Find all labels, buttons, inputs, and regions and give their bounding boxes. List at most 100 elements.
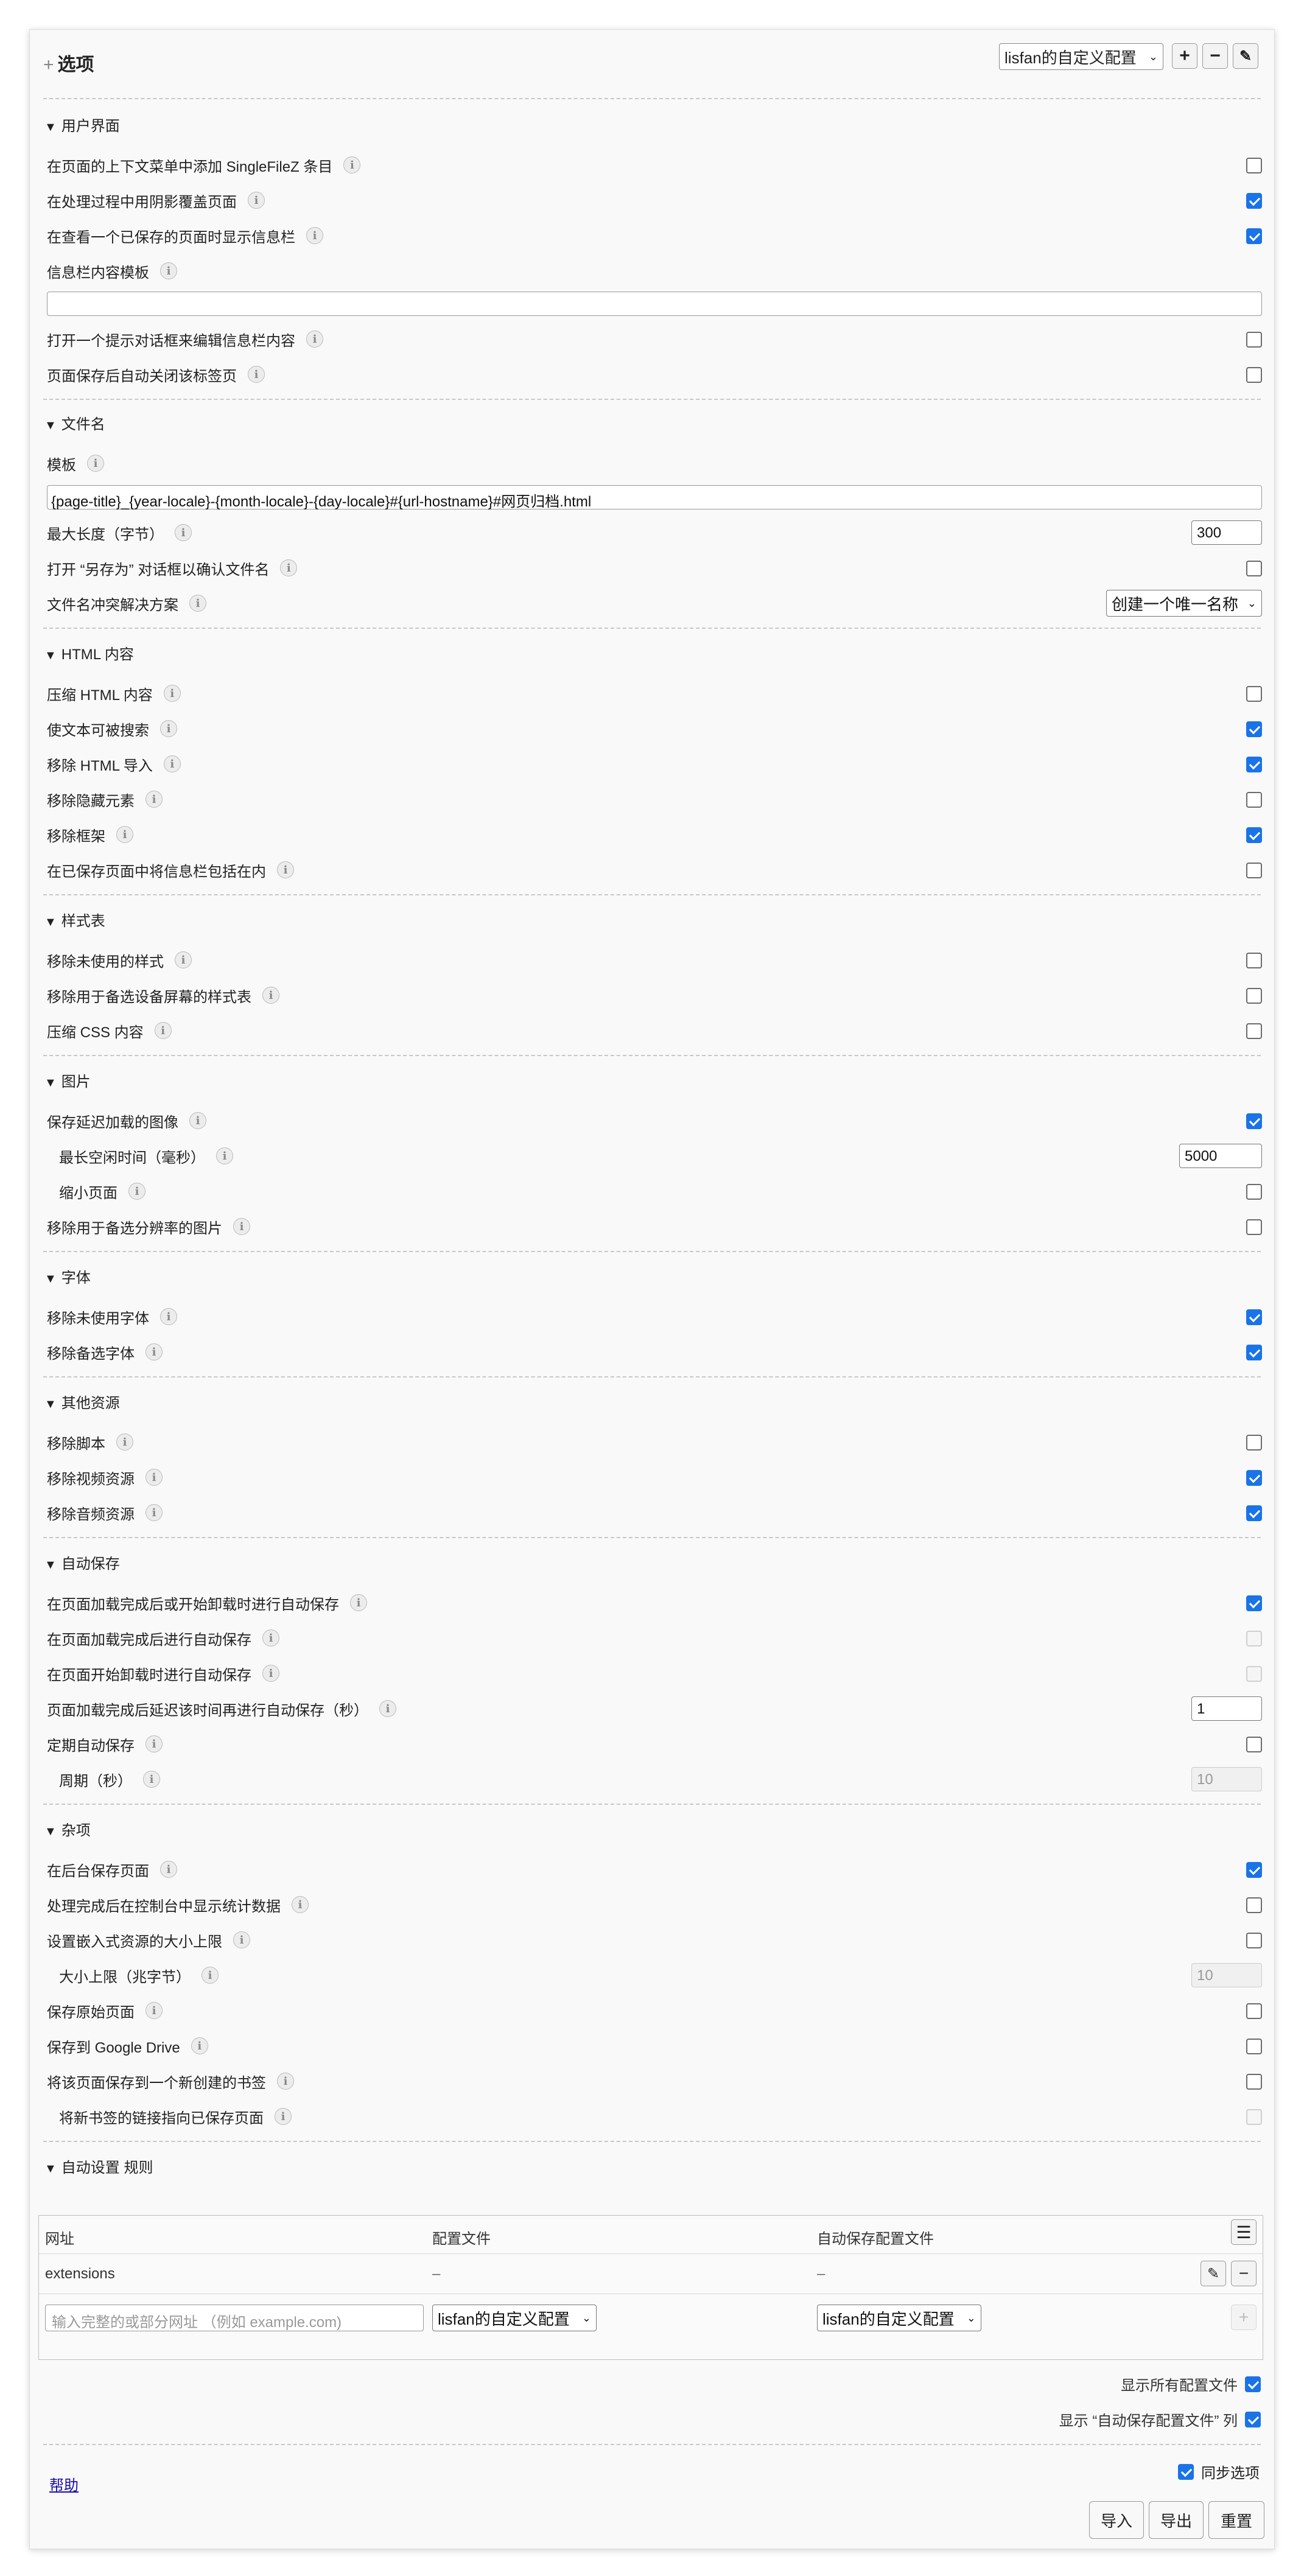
checkbox-shrink[interactable] bbox=[1246, 1184, 1262, 1200]
rename-profile-button[interactable]: ✎ bbox=[1233, 43, 1258, 69]
checkbox-remove-unused-styles[interactable] bbox=[1246, 953, 1262, 968]
info-icon[interactable]: i bbox=[350, 1594, 367, 1611]
checkbox-bookmark[interactable] bbox=[1246, 2074, 1262, 2090]
info-icon[interactable]: i bbox=[163, 755, 181, 772]
new-rule-autosave-select[interactable]: lisfan的自定义配置 ⌄ bbox=[817, 2305, 981, 2331]
info-icon[interactable]: i bbox=[216, 1147, 233, 1164]
checkbox-close-tab[interactable] bbox=[1246, 367, 1262, 383]
section-title-autosave[interactable]: ▼ 自动保存 bbox=[44, 1552, 120, 1573]
checkbox-remove-alt-images[interactable] bbox=[1246, 1219, 1262, 1235]
section-title-images[interactable]: ▼ 图片 bbox=[44, 1069, 91, 1091]
info-icon[interactable]: i bbox=[262, 1629, 279, 1647]
import-button[interactable]: 导入 bbox=[1089, 2501, 1144, 2539]
info-icon[interactable]: i bbox=[262, 1665, 279, 1682]
info-icon[interactable]: i bbox=[280, 559, 298, 576]
section-title-fonts[interactable]: ▼ 字体 bbox=[44, 1265, 91, 1287]
info-icon[interactable]: i bbox=[175, 524, 192, 541]
info-icon[interactable]: i bbox=[379, 1700, 396, 1717]
info-icon[interactable]: i bbox=[145, 1343, 163, 1360]
add-profile-button[interactable]: + bbox=[1172, 43, 1197, 69]
conflict-select[interactable]: 创建一个唯一名称 ⌄ bbox=[1106, 590, 1262, 617]
checkbox-google-drive[interactable] bbox=[1246, 2039, 1262, 2054]
checkbox-show-autosave-column[interactable] bbox=[1245, 2411, 1261, 2427]
info-icon[interactable]: i bbox=[143, 1771, 160, 1788]
info-icon[interactable]: i bbox=[191, 2037, 208, 2054]
info-icon[interactable]: i bbox=[248, 192, 265, 209]
checkbox-remove-video[interactable] bbox=[1246, 1470, 1262, 1486]
info-icon[interactable]: i bbox=[145, 2002, 163, 2019]
checkbox-context-menu[interactable] bbox=[1246, 158, 1262, 173]
info-icon[interactable]: i bbox=[306, 331, 323, 348]
info-icon[interactable]: i bbox=[154, 1022, 172, 1039]
rules-menu-button[interactable]: ☰ bbox=[1231, 2219, 1257, 2245]
idle-time-input[interactable]: 5000 bbox=[1179, 1144, 1262, 1168]
section-title-html[interactable]: ▼ HTML 内容 bbox=[44, 642, 134, 663]
checkbox-show-infobar[interactable] bbox=[1246, 228, 1262, 244]
filename-template-input[interactable]: {page-title}_{year-locale}-{month-locale… bbox=[47, 485, 1262, 510]
info-icon[interactable]: i bbox=[160, 1308, 177, 1325]
checkbox-save-original[interactable] bbox=[1246, 2003, 1262, 2019]
checkbox-remove-alt-media[interactable] bbox=[1246, 988, 1262, 1004]
info-icon[interactable]: i bbox=[145, 1469, 163, 1486]
info-icon[interactable]: i bbox=[277, 861, 294, 878]
edit-rule-button[interactable]: ✎ bbox=[1201, 2261, 1226, 2286]
info-icon[interactable]: i bbox=[189, 1112, 206, 1129]
add-rule-button[interactable]: + bbox=[1231, 2305, 1257, 2330]
section-title-styles[interactable]: ▼ 样式表 bbox=[44, 909, 105, 930]
section-title-ui[interactable]: ▼ 用户界面 bbox=[44, 114, 120, 135]
checkbox-searchable[interactable] bbox=[1246, 721, 1262, 737]
checkbox-lazy-images[interactable] bbox=[1246, 1113, 1262, 1129]
help-link[interactable]: 帮助 bbox=[49, 2473, 79, 2494]
new-rule-profile-select[interactable]: lisfan的自定义配置 ⌄ bbox=[432, 2305, 597, 2331]
checkbox-remove-scripts[interactable] bbox=[1246, 1435, 1262, 1451]
info-icon[interactable]: i bbox=[145, 1735, 163, 1752]
info-icon[interactable]: i bbox=[160, 262, 177, 279]
section-title-misc[interactable]: ▼ 杂项 bbox=[44, 1818, 91, 1839]
checkbox-prompt-infobar[interactable] bbox=[1246, 332, 1262, 348]
checkbox-remove-hidden[interactable] bbox=[1246, 792, 1262, 808]
info-icon[interactable]: i bbox=[202, 1967, 219, 1984]
checkbox-remove-frames[interactable] bbox=[1246, 827, 1262, 843]
checkbox-compress-html[interactable] bbox=[1246, 686, 1262, 702]
checkbox-compress-css[interactable] bbox=[1246, 1023, 1262, 1039]
checkbox-remove-audio[interactable] bbox=[1246, 1505, 1262, 1521]
checkbox-shadow-overlay[interactable] bbox=[1246, 193, 1262, 209]
checkbox-periodic-autosave[interactable] bbox=[1246, 1737, 1262, 1752]
remove-profile-button[interactable]: − bbox=[1202, 43, 1228, 69]
checkbox-remove-imports[interactable] bbox=[1246, 757, 1262, 772]
info-icon[interactable]: i bbox=[145, 1504, 163, 1521]
reset-button[interactable]: 重置 bbox=[1208, 2501, 1264, 2539]
info-icon[interactable]: i bbox=[160, 720, 177, 737]
info-icon[interactable]: i bbox=[116, 1433, 133, 1451]
delete-rule-button[interactable]: − bbox=[1231, 2261, 1257, 2286]
info-icon[interactable]: i bbox=[233, 1218, 250, 1235]
info-icon[interactable]: i bbox=[292, 1896, 309, 1913]
info-icon[interactable]: i bbox=[160, 1861, 177, 1878]
checkbox-background-save[interactable] bbox=[1246, 1862, 1262, 1878]
info-icon[interactable]: i bbox=[306, 227, 323, 244]
info-icon[interactable]: i bbox=[145, 791, 163, 808]
info-icon[interactable]: i bbox=[275, 2108, 292, 2125]
info-icon[interactable]: i bbox=[233, 1931, 250, 1948]
infobar-template-input[interactable] bbox=[47, 292, 1262, 316]
info-icon[interactable]: i bbox=[343, 156, 361, 173]
info-icon[interactable]: i bbox=[128, 1183, 145, 1200]
autosave-delay-input[interactable]: 1 bbox=[1191, 1696, 1262, 1721]
info-icon[interactable]: i bbox=[189, 595, 206, 612]
checkbox-save-as[interactable] bbox=[1246, 561, 1262, 576]
section-title-filename[interactable]: ▼ 文件名 bbox=[44, 412, 105, 433]
info-icon[interactable]: i bbox=[116, 826, 133, 843]
info-icon[interactable]: i bbox=[277, 2073, 294, 2090]
info-icon[interactable]: i bbox=[262, 987, 279, 1004]
info-icon[interactable]: i bbox=[87, 455, 104, 472]
info-icon[interactable]: i bbox=[248, 366, 265, 383]
info-icon[interactable]: i bbox=[175, 951, 192, 968]
checkbox-include-infobar[interactable] bbox=[1246, 863, 1262, 878]
export-button[interactable]: 导出 bbox=[1149, 2501, 1204, 2539]
checkbox-size-limit[interactable] bbox=[1246, 1933, 1262, 1948]
checkbox-show-all-profiles[interactable] bbox=[1245, 2376, 1261, 2392]
checkbox-remove-unused-fonts[interactable] bbox=[1246, 1309, 1262, 1325]
new-rule-url-input[interactable]: 输入完整的或部分网址 （例如 example.com) bbox=[45, 2305, 424, 2331]
section-title-resources[interactable]: ▼ 其他资源 bbox=[44, 1391, 120, 1412]
max-length-input[interactable]: 300 bbox=[1191, 520, 1262, 545]
